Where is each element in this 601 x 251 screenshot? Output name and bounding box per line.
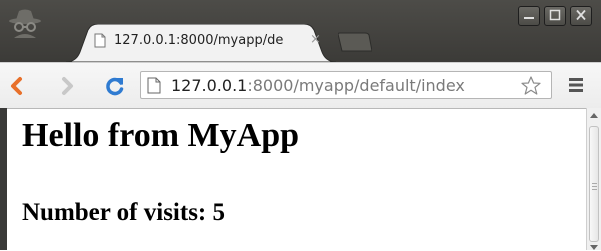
close-icon	[576, 9, 586, 21]
vertical-scrollbar[interactable]	[586, 108, 601, 250]
url-path: :8000/myapp/default/index	[247, 76, 465, 95]
tab-title: 127.0.0.1:8000/myapp/de	[114, 33, 284, 48]
browser-toolbar: 127.0.0.1:8000/myapp/default/index	[0, 62, 601, 109]
minimize-icon	[524, 17, 534, 19]
forward-arrow-icon[interactable]	[56, 75, 78, 97]
incognito-icon	[9, 9, 41, 38]
url-host: 127.0.0.1	[171, 76, 248, 95]
back-arrow-icon[interactable]	[6, 75, 28, 97]
page-icon	[147, 77, 161, 94]
page-content: Hello from MyApp Number of visits: 5	[0, 108, 601, 251]
minimize-button[interactable]	[518, 6, 540, 26]
browser-title-bar: 127.0.0.1:8000/myapp/de ×	[0, 0, 601, 64]
reload-icon[interactable]	[104, 75, 126, 97]
tab-page-icon	[94, 33, 106, 48]
address-bar[interactable]: 127.0.0.1:8000/myapp/default/index	[140, 71, 552, 99]
maximize-icon	[549, 9, 561, 21]
visits-counter: Number of visits: 5	[22, 199, 226, 226]
new-tab-button[interactable]	[338, 32, 372, 52]
scrollbar-grip	[592, 183, 597, 190]
window-left-edge	[0, 108, 7, 250]
scroll-up-arrow-icon[interactable]	[590, 112, 598, 118]
scrollbar-thumb[interactable]	[589, 126, 599, 242]
star-icon[interactable]	[521, 76, 541, 95]
tab-close-icon[interactable]: ×	[310, 32, 321, 47]
scroll-down-arrow-icon[interactable]	[590, 245, 598, 251]
page-heading: Hello from MyApp	[22, 117, 300, 154]
maximize-button[interactable]	[544, 6, 566, 26]
url-text: 127.0.0.1:8000/myapp/default/index	[171, 76, 465, 95]
browser-tab[interactable]: 127.0.0.1:8000/myapp/de ×	[66, 24, 336, 62]
menu-icon[interactable]	[568, 77, 584, 93]
close-window-button[interactable]	[570, 6, 592, 26]
